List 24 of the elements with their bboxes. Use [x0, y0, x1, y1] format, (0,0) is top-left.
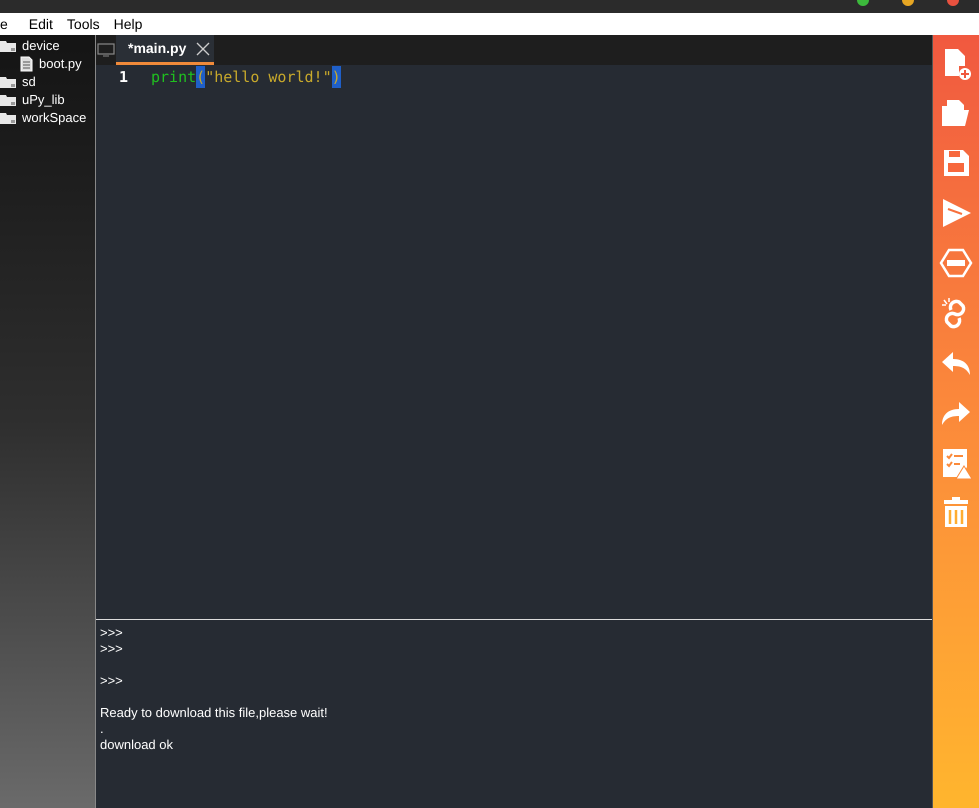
folder-icon — [0, 40, 16, 52]
code-line: print("hello world!") — [151, 66, 341, 88]
menu-item[interactable]: Tools — [60, 14, 107, 34]
console-line: Ready to download this file,please wait! — [100, 705, 328, 721]
editor-tab[interactable]: *main.py — [116, 35, 214, 65]
console-line: >>> — [100, 673, 123, 689]
console-line: . — [100, 721, 104, 737]
tree-item[interactable]: sd — [22, 72, 36, 92]
line-number: 1 — [118, 66, 128, 88]
folder-icon — [0, 112, 16, 124]
console-line: >>> — [100, 641, 123, 657]
tree-item[interactable]: uPy_lib — [22, 90, 65, 110]
console-line: download ok — [100, 737, 173, 753]
menu-item[interactable]: Edit — [22, 14, 60, 34]
close-icon[interactable] — [196, 42, 210, 56]
menu-item[interactable]: e — [0, 14, 22, 34]
console-line: >>> — [100, 625, 123, 641]
tree-item[interactable]: device — [22, 36, 60, 56]
tree-item[interactable]: boot.py — [39, 54, 82, 74]
folder-icon — [0, 76, 16, 88]
menu-item[interactable]: Help — [106, 14, 150, 34]
tree-item[interactable]: workSpace — [22, 108, 86, 128]
folder-icon — [0, 94, 16, 106]
file-icon — [20, 56, 33, 72]
